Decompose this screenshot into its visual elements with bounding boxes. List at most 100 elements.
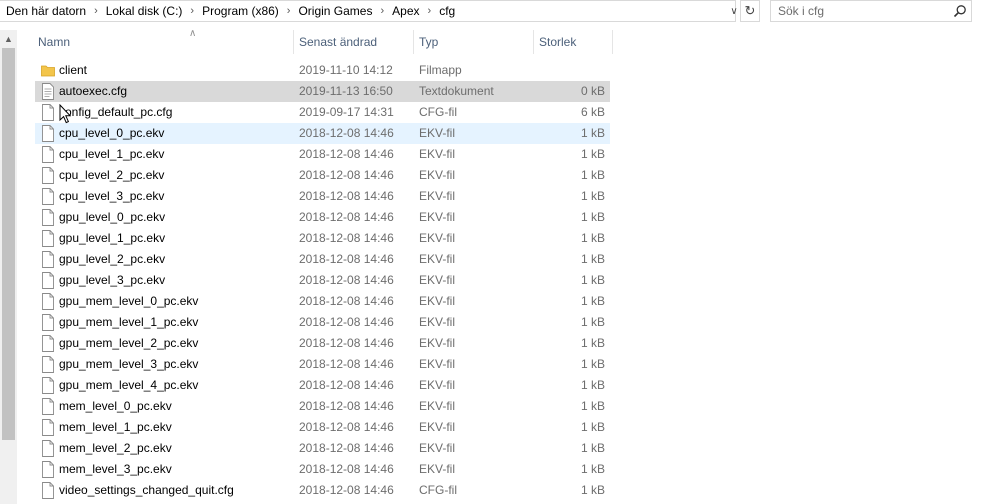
file-row[interactable]: gpu_mem_level_2_pc.ekv 2018-12-08 14:46 … — [35, 333, 610, 354]
folder-icon — [41, 65, 55, 77]
file-name: gpu_level_2_pc.ekv — [59, 252, 166, 266]
file-type: EKV-fil — [419, 399, 456, 413]
search-icon[interactable] — [953, 4, 967, 18]
file-type: CFG-fil — [419, 105, 457, 119]
file-row[interactable]: gpu_level_2_pc.ekv 2018-12-08 14:46 EKV-… — [35, 249, 610, 270]
file-row-selected[interactable]: autoexec.cfg 2019-11-13 16:50 Textdokume… — [35, 81, 610, 102]
address-history-chevron-down-icon[interactable]: ∨ — [727, 0, 741, 22]
file-name: cpu_level_3_pc.ekv — [59, 189, 165, 203]
file-size: 1 kB — [580, 483, 605, 497]
file-row[interactable]: gpu_level_1_pc.ekv 2018-12-08 14:46 EKV-… — [35, 228, 610, 249]
scroll-up-arrow-icon[interactable]: ▲ — [0, 30, 17, 47]
file-row-hover[interactable]: cpu_level_0_pc.ekv 2018-12-08 14:46 EKV-… — [35, 123, 610, 144]
file-type: EKV-fil — [419, 420, 456, 434]
file-type: EKV-fil — [419, 147, 456, 161]
file-row[interactable]: gpu_level_3_pc.ekv 2018-12-08 14:46 EKV-… — [35, 270, 610, 291]
file-row[interactable]: video_settings_changed_quit.cfg 2018-12-… — [35, 480, 610, 501]
file-date: 2018-12-08 14:46 — [299, 126, 394, 140]
column-header-type[interactable]: Typ — [413, 30, 533, 54]
file-size: 1 kB — [580, 126, 605, 140]
file-row[interactable]: gpu_level_0_pc.ekv 2018-12-08 14:46 EKV-… — [35, 207, 610, 228]
file-type: EKV-fil — [419, 462, 456, 476]
file-icon — [42, 188, 54, 205]
column-header-name[interactable]: ∧ Namn — [33, 28, 309, 54]
file-row[interactable]: cpu_level_3_pc.ekv 2018-12-08 14:46 EKV-… — [35, 186, 610, 207]
file-icon — [42, 272, 54, 289]
address-bar[interactable]: Den här datorn › Lokal disk (C:) › Progr… — [0, 0, 736, 22]
column-header-row: ∧ Namn Senast ändrad Typ Storlek — [17, 28, 617, 54]
file-size: 1 kB — [580, 168, 605, 182]
file-date: 2018-12-08 14:46 — [299, 231, 394, 245]
file-row[interactable]: config_default_pc.cfg 2019-09-17 14:31 C… — [35, 102, 610, 123]
file-icon — [42, 125, 54, 142]
breadcrumb-apex[interactable]: Apex — [392, 4, 419, 18]
file-list: client 2019-11-10 14:12 Filmapp autoexec… — [35, 60, 610, 501]
file-type: Filmapp — [419, 63, 462, 77]
breadcrumb-chevron-icon[interactable]: › — [190, 5, 194, 17]
file-type: EKV-fil — [419, 126, 456, 140]
file-type: Textdokument — [419, 84, 494, 98]
file-row[interactable]: cpu_level_2_pc.ekv 2018-12-08 14:46 EKV-… — [35, 165, 610, 186]
refresh-icon[interactable]: ↻ — [740, 0, 760, 22]
column-header-size[interactable]: Storlek — [533, 30, 613, 54]
file-size: 1 kB — [580, 399, 605, 413]
file-icon — [42, 461, 54, 478]
breadcrumb-local-disk[interactable]: Lokal disk (C:) — [106, 4, 183, 18]
breadcrumb-chevron-icon[interactable]: › — [380, 5, 384, 17]
mouse-cursor-icon — [59, 104, 71, 124]
file-type: EKV-fil — [419, 357, 456, 371]
file-row[interactable]: cpu_level_1_pc.ekv 2018-12-08 14:46 EKV-… — [35, 144, 610, 165]
file-name: gpu_mem_level_3_pc.ekv — [59, 357, 199, 371]
scrollbar-thumb[interactable] — [2, 48, 15, 440]
file-size: 1 kB — [580, 336, 605, 350]
file-row[interactable]: gpu_mem_level_1_pc.ekv 2018-12-08 14:46 … — [35, 312, 610, 333]
file-name: config_default_pc.cfg — [59, 105, 173, 119]
file-icon — [42, 146, 54, 163]
file-size: 1 kB — [580, 441, 605, 455]
file-date: 2018-12-08 14:46 — [299, 315, 394, 329]
file-size: 1 kB — [580, 378, 605, 392]
file-icon — [42, 104, 54, 121]
file-icon — [42, 419, 54, 436]
file-date: 2018-12-08 14:46 — [299, 294, 394, 308]
file-name: cpu_level_0_pc.ekv — [59, 126, 165, 140]
file-row[interactable]: client 2019-11-10 14:12 Filmapp — [35, 60, 610, 81]
file-name: cpu_level_2_pc.ekv — [59, 168, 165, 182]
file-name: mem_level_1_pc.ekv — [59, 420, 172, 434]
breadcrumb-cfg[interactable]: cfg — [439, 4, 455, 18]
file-size: 1 kB — [580, 147, 605, 161]
file-icon — [42, 293, 54, 310]
file-name: mem_level_2_pc.ekv — [59, 441, 172, 455]
file-type: EKV-fil — [419, 231, 456, 245]
search-input[interactable] — [771, 1, 958, 21]
breadcrumb-chevron-icon[interactable]: › — [428, 5, 432, 17]
vertical-scrollbar[interactable]: ▲ — [0, 30, 17, 504]
file-row[interactable]: mem_level_2_pc.ekv 2018-12-08 14:46 EKV-… — [35, 438, 610, 459]
file-date: 2018-12-08 14:46 — [299, 273, 394, 287]
breadcrumb-origin-games[interactable]: Origin Games — [298, 4, 372, 18]
breadcrumb-chevron-icon[interactable]: › — [287, 5, 291, 17]
breadcrumb-this-pc[interactable]: Den här datorn — [6, 4, 86, 18]
breadcrumb-chevron-icon[interactable]: › — [94, 5, 98, 17]
file-size: 1 kB — [580, 462, 605, 476]
breadcrumb-program-x86[interactable]: Program (x86) — [202, 4, 279, 18]
column-header-name-label: Namn — [38, 35, 71, 49]
file-type: EKV-fil — [419, 273, 456, 287]
file-row[interactable]: mem_level_0_pc.ekv 2018-12-08 14:46 EKV-… — [35, 396, 610, 417]
file-type: EKV-fil — [419, 315, 456, 329]
search-box[interactable] — [770, 0, 972, 22]
file-row[interactable]: gpu_mem_level_4_pc.ekv 2018-12-08 14:46 … — [35, 375, 610, 396]
file-type: EKV-fil — [419, 189, 456, 203]
file-row[interactable]: mem_level_3_pc.ekv 2018-12-08 14:46 EKV-… — [35, 459, 610, 480]
file-icon — [42, 209, 54, 226]
column-header-date[interactable]: Senast ändrad — [293, 30, 413, 54]
file-date: 2018-12-08 14:46 — [299, 420, 394, 434]
file-type: EKV-fil — [419, 336, 456, 350]
sort-ascending-icon: ∧ — [189, 28, 197, 39]
file-row[interactable]: gpu_mem_level_3_pc.ekv 2018-12-08 14:46 … — [35, 354, 610, 375]
file-row[interactable]: mem_level_1_pc.ekv 2018-12-08 14:46 EKV-… — [35, 417, 610, 438]
file-date: 2019-11-13 16:50 — [299, 84, 393, 98]
file-row[interactable]: gpu_mem_level_0_pc.ekv 2018-12-08 14:46 … — [35, 291, 610, 312]
file-icon — [42, 377, 54, 394]
file-icon — [42, 230, 54, 247]
